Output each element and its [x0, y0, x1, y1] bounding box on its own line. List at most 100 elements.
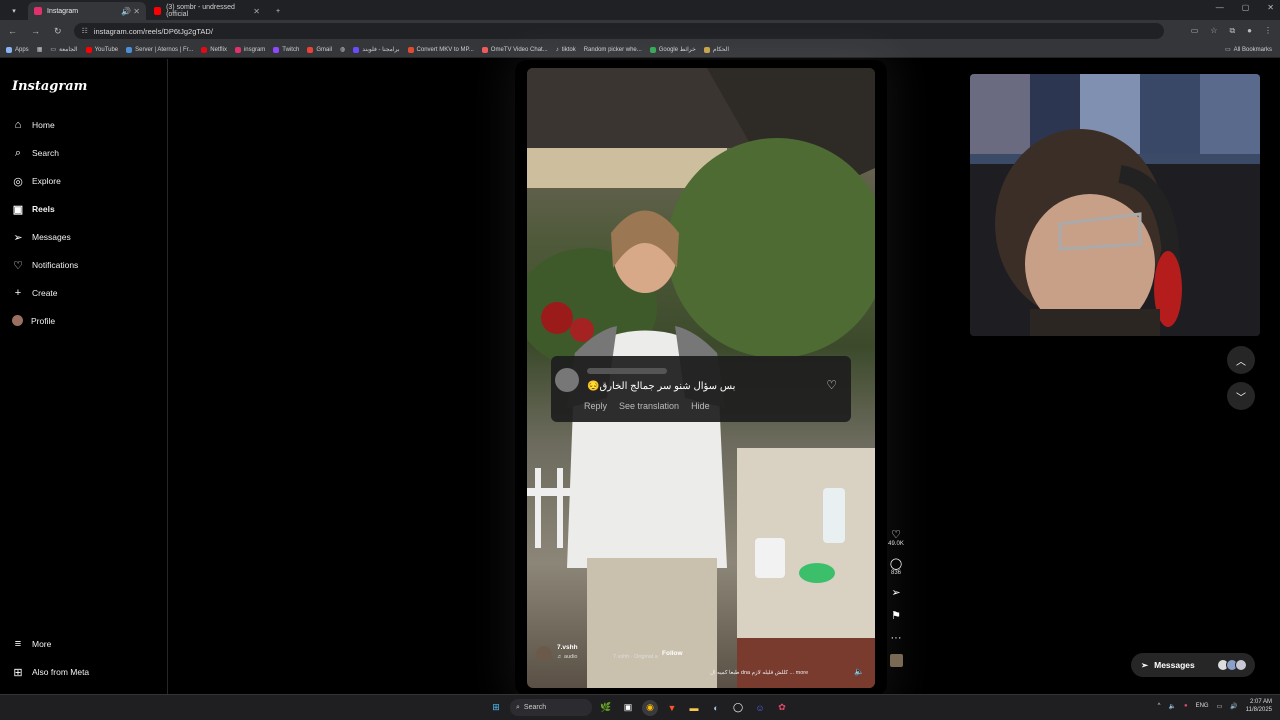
bookmark-star-icon[interactable]: ☆: [1210, 26, 1217, 36]
back-icon[interactable]: ←: [8, 26, 17, 37]
instagram-logo[interactable]: Instagram: [12, 79, 87, 94]
reload-icon[interactable]: ↻: [54, 26, 62, 37]
taskbar-search[interactable]: ⌕ Search: [510, 699, 592, 716]
app-icon[interactable]: ◯: [730, 700, 746, 716]
chevron-up-icon[interactable]: ^: [1158, 703, 1161, 709]
twitch-icon: [273, 46, 280, 53]
author-name[interactable]: 7.vshh: [557, 644, 578, 651]
messages-pill[interactable]: ➢ Messages: [1131, 653, 1255, 677]
bookmark-youtube[interactable]: YouTube: [85, 46, 118, 53]
app-icon[interactable]: ✿: [774, 700, 790, 716]
close-tab-icon[interactable]: ✕: [253, 7, 260, 16]
see-translation-button[interactable]: See translation: [619, 401, 679, 411]
bookmark-convert[interactable]: Convert MKV to MP...: [407, 46, 474, 53]
commenter-avatar[interactable]: [555, 368, 579, 392]
previous-reel-button[interactable]: ︿: [1227, 346, 1255, 374]
comment-reply-button[interactable]: Reply: [584, 401, 607, 411]
new-tab-button[interactable]: +: [268, 2, 288, 20]
bookmark-grid[interactable]: ▦: [37, 46, 43, 53]
site-info-icon[interactable]: ☷: [82, 27, 88, 35]
tab-youtube[interactable]: (3) sombr - undressed (official ✕: [148, 2, 266, 20]
sidebar-item-messages[interactable]: ➢ Messages: [12, 231, 70, 244]
bookmark-gmail[interactable]: Gmail: [307, 46, 332, 53]
folder-icon: ▭: [1224, 47, 1231, 53]
bookmark-globe[interactable]: ◍: [340, 46, 345, 53]
chrome-icon[interactable]: ◉: [642, 699, 658, 716]
steam-icon[interactable]: ◐: [708, 700, 724, 716]
reel-footer: 7.vshh ♬ audio 7.vshh · Original a Follo…: [536, 642, 864, 682]
bookmark-netflix[interactable]: Netflix: [201, 46, 227, 53]
streamer-webcam: [970, 74, 1260, 336]
heart-icon: ♡: [891, 529, 901, 541]
widgets-icon[interactable]: 🌿: [598, 700, 614, 716]
more-options-button[interactable]: ···: [891, 632, 902, 644]
bookmark-aternos[interactable]: Server | Aternos | Fr...: [126, 46, 193, 53]
follow-button[interactable]: Follow: [662, 650, 683, 657]
messages-icon: ➢: [13, 231, 23, 244]
sidebar-item-notifications[interactable]: ♡ Notifications: [12, 259, 78, 272]
bookmark-floband[interactable]: برامجنا - فلوبند: [353, 46, 400, 53]
sidebar-item-more[interactable]: ≡ More: [12, 638, 52, 650]
all-bookmarks[interactable]: ▭ All Bookmarks: [1224, 46, 1280, 54]
comment-like-heart-icon[interactable]: ♡: [826, 378, 837, 392]
home-icon: ⌂: [14, 119, 22, 131]
windows-start-icon[interactable]: ⊞: [488, 700, 504, 716]
author-avatar[interactable]: [536, 646, 552, 662]
sidebar-item-home[interactable]: ⌂ Home: [12, 119, 55, 131]
address-bar[interactable]: ☷ instagram.com/reels/DP6tJg2gTAD/: [73, 23, 1164, 39]
hide-comment-button[interactable]: Hide: [691, 401, 710, 411]
bookmark-ometv[interactable]: OmeTV Video Chat...: [481, 46, 548, 53]
likes-count: 49.0K: [888, 541, 904, 547]
monitor-icon[interactable]: ▭: [1217, 703, 1223, 710]
discord-icon[interactable]: ☺: [752, 700, 768, 716]
next-reel-button[interactable]: ﹀: [1227, 382, 1255, 410]
audio-thumbnail[interactable]: [889, 654, 903, 667]
window-controls: — ▢ ✕: [1216, 3, 1274, 12]
profile-icon[interactable]: ●: [1247, 26, 1252, 36]
bookmark-google-maps[interactable]: Google خرائط: [649, 46, 696, 53]
microphone-icon[interactable]: ●: [1184, 703, 1188, 709]
sidebar-item-reels[interactable]: ▣ Reels: [12, 203, 55, 216]
forward-icon[interactable]: →: [31, 26, 40, 37]
file-explorer-icon[interactable]: ▬: [686, 700, 702, 716]
caption-text[interactable]: طبعا كميه ال dna كللش قليله لازم ... mor…: [710, 670, 808, 676]
share-button[interactable]: ➢: [891, 586, 900, 599]
comments-button[interactable]: ◯ 836: [890, 557, 902, 576]
netflix-icon: [201, 46, 208, 53]
sidebar-item-explore[interactable]: ◎ Explore: [12, 175, 61, 188]
maximize-icon[interactable]: ▢: [1242, 3, 1250, 12]
sidebar-item-profile[interactable]: Profile: [12, 315, 55, 326]
close-window-icon[interactable]: ✕: [1267, 3, 1274, 12]
minimize-icon[interactable]: —: [1216, 3, 1224, 12]
mute-icon[interactable]: 🔈: [854, 667, 864, 676]
sidebar-item-search[interactable]: ⌕ Search: [12, 147, 59, 159]
bookmark-apps[interactable]: Apps: [6, 46, 29, 53]
extensions-icon[interactable]: ⧉: [1229, 26, 1235, 36]
brave-icon[interactable]: ▼: [664, 700, 680, 716]
tab-search-button[interactable]: ▾: [2, 2, 26, 20]
clock[interactable]: 2:07 AM 11/8/2025: [1246, 698, 1272, 714]
like-button[interactable]: ♡ 49.0K: [888, 528, 904, 547]
bookmark-hukkam[interactable]: الحكام: [703, 46, 729, 53]
bookmark-random-picker[interactable]: Random picker whe...: [584, 47, 642, 53]
save-button[interactable]: ⚑: [891, 609, 901, 622]
close-tab-icon[interactable]: 🔊 ✕: [121, 7, 140, 16]
tab-title: (3) sombr - undressed (official: [166, 4, 235, 18]
bookmark-tiktok[interactable]: ♪ tiktok: [556, 47, 576, 53]
url-text: instagram.com/reels/DP6tJg2gTAD/: [93, 26, 213, 36]
sidebar-item-also-from-meta[interactable]: ⊞ Also from Meta: [12, 666, 89, 679]
tab-instagram[interactable]: Instagram 🔊 ✕: [28, 2, 146, 20]
cast-icon[interactable]: ▭: [1191, 26, 1199, 36]
speaker-icon[interactable]: 🔈: [1168, 703, 1175, 710]
bookmark-folder-university[interactable]: ▭ الجامعة: [50, 46, 77, 53]
bookmark-instagram[interactable]: insgram: [234, 46, 265, 53]
bookmark-twitch[interactable]: Twitch: [273, 46, 299, 53]
task-view-icon[interactable]: ▣: [620, 700, 636, 716]
audio-label[interactable]: ♬ audio: [557, 654, 578, 660]
tab-title: Instagram: [47, 7, 79, 15]
volume-icon[interactable]: 🔊: [1230, 703, 1237, 710]
sidebar-item-create[interactable]: + Create: [12, 287, 58, 299]
language-indicator[interactable]: ENG: [1196, 703, 1209, 709]
menu-icon[interactable]: ⋮: [1264, 26, 1272, 36]
audio-credit[interactable]: 7.vshh · Original a: [613, 654, 658, 660]
